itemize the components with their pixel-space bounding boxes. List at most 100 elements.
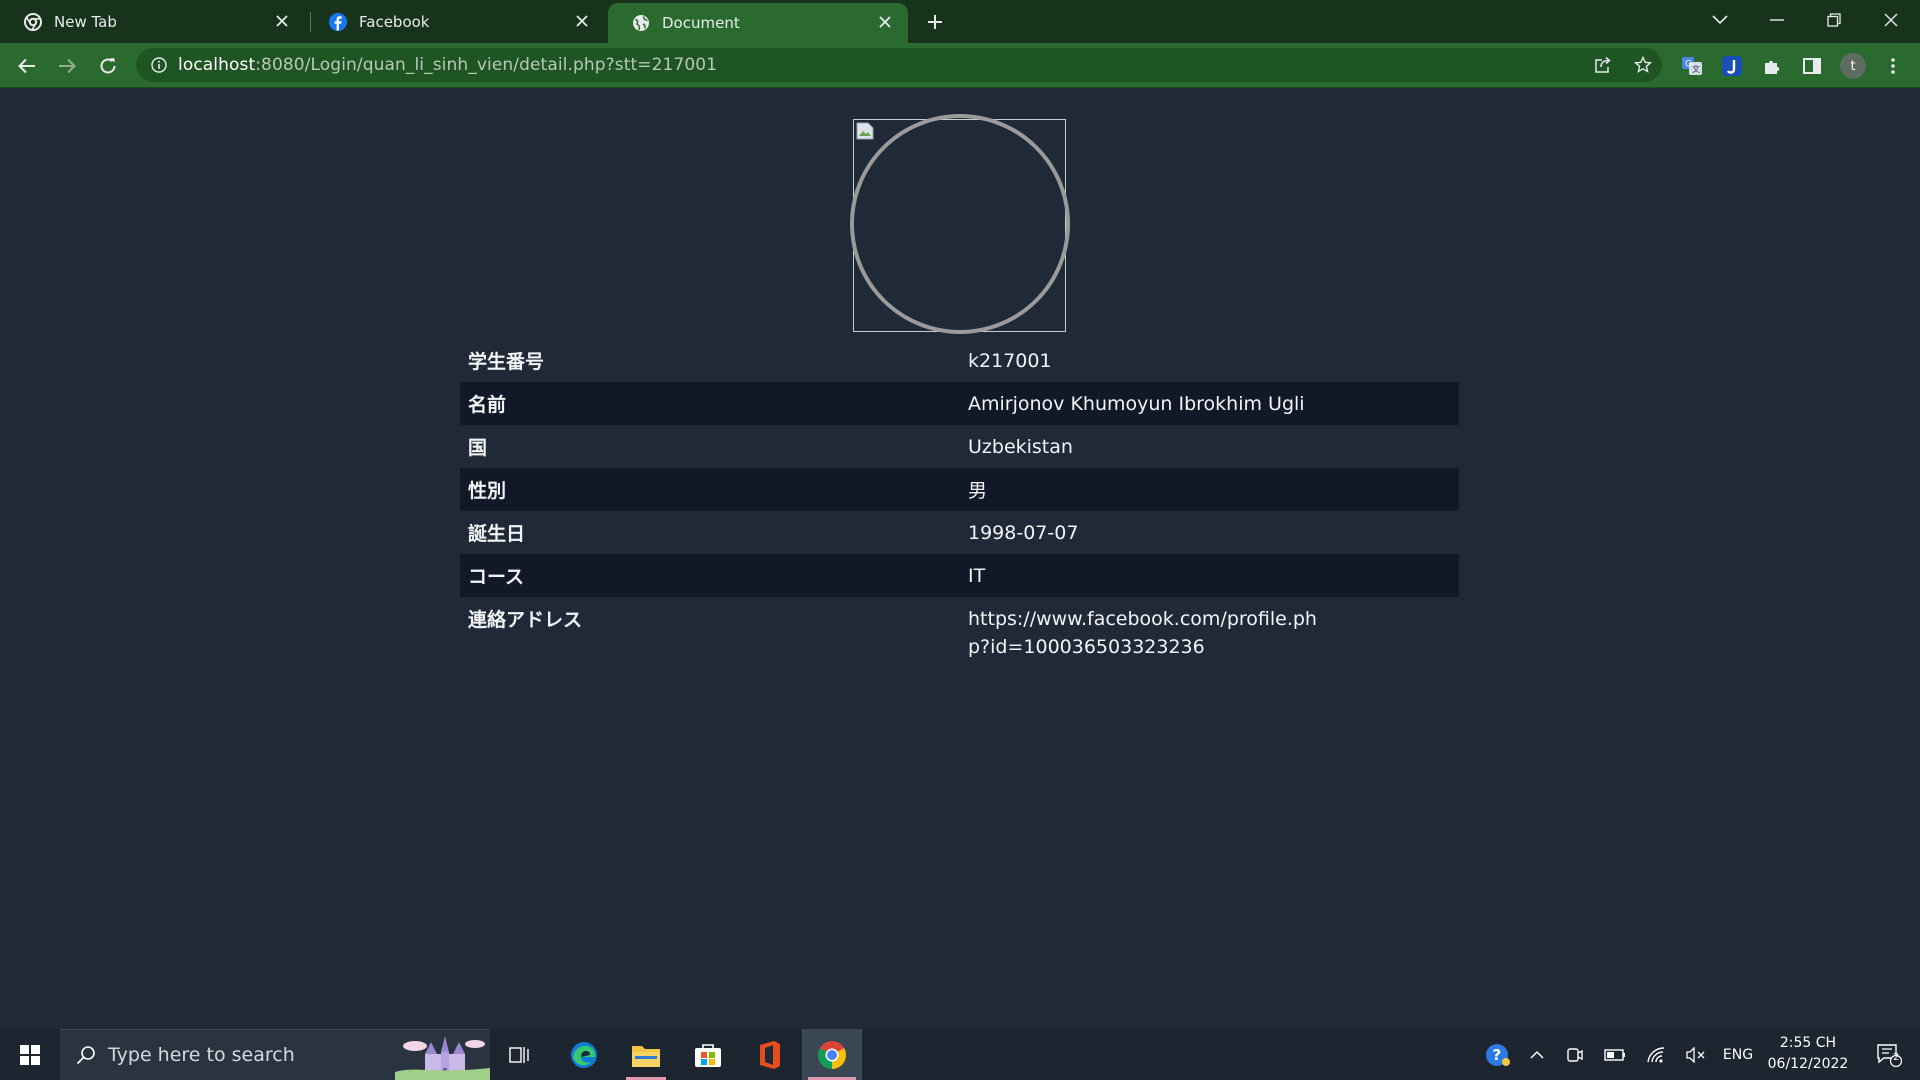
search-icon	[76, 1046, 95, 1065]
globe-icon	[632, 14, 650, 32]
help-icon[interactable]: ?	[1480, 1029, 1516, 1080]
office-icon	[760, 1040, 780, 1069]
tab-search-button[interactable]	[1691, 0, 1748, 40]
side-panel-icon[interactable]	[1797, 51, 1827, 81]
table-row: 名前 Amirjonov Khumoyun Ibrokhim Ugli	[460, 382, 1459, 425]
minimize-button[interactable]	[1748, 0, 1805, 40]
field-label: 性別	[460, 468, 960, 511]
tab-strip: New Tab Facebook Document	[0, 0, 1920, 43]
task-view-button[interactable]	[500, 1029, 540, 1080]
table-row: 学生番号 k217001	[460, 339, 1459, 382]
field-value: Amirjonov Khumoyun Ibrokhim Ugli	[960, 382, 1459, 425]
broken-image-icon	[856, 122, 874, 140]
tab-new-tab[interactable]: New Tab	[0, 0, 305, 43]
close-icon	[1884, 13, 1897, 27]
tab-title: Facebook	[359, 12, 430, 31]
arrow-right-icon	[59, 58, 76, 74]
close-icon[interactable]	[573, 12, 591, 30]
notifications-button[interactable]: 2	[1864, 1029, 1914, 1080]
url-text[interactable]: localhost:8080/Login/quan_li_sinh_vien/d…	[178, 55, 717, 75]
share-icon[interactable]	[1586, 48, 1620, 82]
minimize-icon	[1769, 19, 1784, 21]
taskbar-store[interactable]	[682, 1029, 734, 1080]
language-indicator[interactable]: ENG	[1718, 1029, 1758, 1080]
table-row: 連絡アドレス https://www.facebook.com/profile.…	[460, 597, 1459, 667]
svg-text:?: ?	[1493, 1046, 1502, 1064]
reload-button[interactable]	[92, 50, 124, 82]
taskbar-clock[interactable]: 2:55 CH 06/12/2022	[1764, 1033, 1852, 1075]
field-label: 名前	[460, 382, 960, 425]
photo-frame-ring	[850, 114, 1070, 334]
start-button[interactable]	[0, 1029, 60, 1080]
restore-button[interactable]	[1805, 0, 1862, 40]
taskbar-chrome[interactable]	[802, 1029, 862, 1080]
student-detail-table: 学生番号 k217001 名前 Amirjonov Khumoyun Ibrok…	[460, 339, 1459, 667]
close-icon[interactable]	[273, 12, 291, 30]
info-icon[interactable]	[150, 56, 168, 74]
field-value: https://www.facebook.com/profile.php?id=…	[960, 597, 1459, 667]
folder-icon	[632, 1045, 660, 1067]
field-value: k217001	[968, 349, 1052, 372]
profile-initial: t	[1850, 58, 1856, 74]
windows-taskbar: Type here to search ? ENG 2:55 CH 06/12/…	[0, 1029, 1920, 1080]
url-path: :8080/Login/quan_li_sinh_vien/detail.php…	[255, 55, 718, 75]
facebook-icon	[329, 12, 347, 31]
restore-icon	[1826, 13, 1841, 27]
translate-extension-icon[interactable]: G文	[1677, 51, 1707, 81]
forward-button[interactable]	[51, 50, 83, 82]
taskbar-search[interactable]: Type here to search	[60, 1029, 490, 1080]
reload-icon	[100, 58, 116, 74]
contact-link[interactable]: https://www.facebook.com/profile.php?id=…	[968, 605, 1338, 661]
search-placeholder: Type here to search	[108, 1044, 295, 1066]
battery-icon[interactable]	[1600, 1029, 1630, 1080]
field-label: 学生番号	[468, 351, 545, 373]
address-bar[interactable]: localhost:8080/Login/quan_li_sinh_vien/d…	[136, 48, 1662, 82]
field-value: 男	[960, 468, 1459, 511]
j-extension-icon[interactable]	[1717, 51, 1747, 81]
tab-title: New Tab	[54, 12, 117, 31]
field-value: Uzbekistan	[968, 435, 1073, 458]
meet-now-icon[interactable]	[1560, 1029, 1590, 1080]
browser-window: New Tab Facebook Document localhost:8080…	[0, 0, 1920, 1080]
chrome-icon	[818, 1040, 846, 1069]
tab-title: Document	[662, 14, 740, 32]
profile-avatar[interactable]: t	[1838, 51, 1868, 81]
table-row: 誕生日 1998-07-07	[460, 511, 1459, 554]
task-view-icon	[509, 1046, 529, 1063]
taskbar-office[interactable]	[744, 1029, 796, 1080]
taskbar-edge[interactable]	[558, 1029, 610, 1080]
search-highlight-castle-icon	[395, 1036, 490, 1080]
windows-logo-icon	[20, 1044, 40, 1065]
taskbar-file-explorer[interactable]	[620, 1029, 672, 1080]
clock-date: 06/12/2022	[1767, 1056, 1849, 1072]
url-host: localhost	[178, 55, 256, 75]
table-row: 国 Uzbekistan	[460, 425, 1459, 468]
page-content: 学生番号 k217001 名前 Amirjonov Khumoyun Ibrok…	[0, 89, 1920, 1029]
close-window-button[interactable]	[1862, 0, 1919, 40]
chevron-down-icon	[1711, 15, 1728, 25]
tab-document[interactable]: Document	[608, 3, 908, 43]
volume-muted-icon[interactable]	[1681, 1029, 1711, 1080]
notification-count: 2	[1893, 1052, 1900, 1063]
menu-kebab-icon[interactable]	[1878, 51, 1908, 81]
new-tab-button[interactable]	[921, 8, 949, 36]
table-row: コース IT	[460, 554, 1459, 597]
chrome-icon	[24, 12, 42, 31]
edge-icon	[571, 1041, 597, 1068]
back-button[interactable]	[11, 50, 43, 82]
field-label: 誕生日	[468, 523, 526, 545]
bookmark-star-icon[interactable]	[1626, 48, 1660, 82]
svg-text:文: 文	[1692, 64, 1700, 74]
field-label: 国	[468, 437, 488, 459]
tab-facebook[interactable]: Facebook	[305, 0, 605, 43]
wifi-icon[interactable]	[1641, 1029, 1671, 1080]
clock-time: 2:55 CH	[1779, 1035, 1837, 1051]
field-value: IT	[960, 554, 1459, 597]
table-row: 性別 男	[460, 468, 1459, 511]
svg-text:G: G	[1685, 60, 1692, 70]
browser-toolbar: localhost:8080/Login/quan_li_sinh_vien/d…	[0, 43, 1920, 88]
show-hidden-icons-chevron-icon[interactable]	[1522, 1029, 1552, 1080]
close-icon[interactable]	[876, 13, 894, 31]
plus-icon	[928, 15, 942, 29]
extensions-puzzle-icon[interactable]	[1757, 51, 1787, 81]
